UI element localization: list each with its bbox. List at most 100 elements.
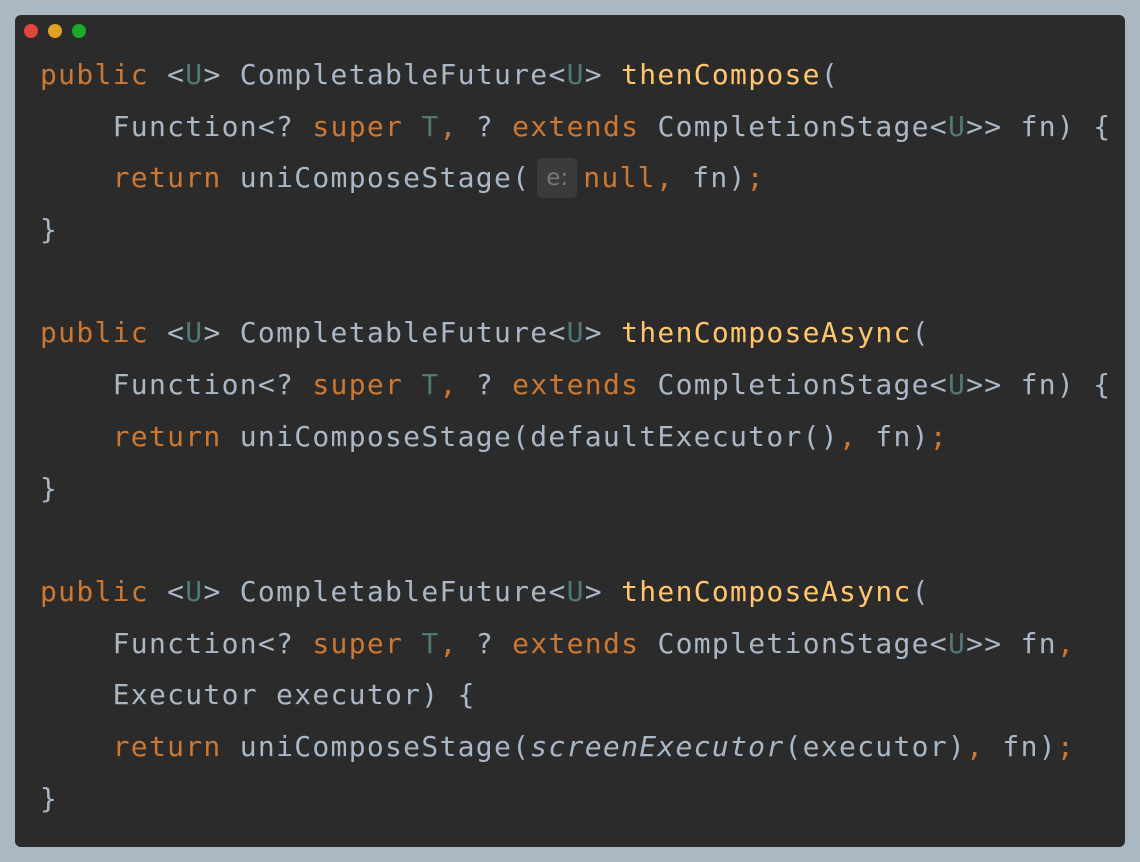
code-text: ? bbox=[457, 626, 513, 660]
code-keyword: , bbox=[439, 109, 458, 143]
code-keyword: public bbox=[40, 316, 149, 350]
code-keyword: , bbox=[439, 368, 458, 402]
code-line: } bbox=[40, 204, 1111, 256]
code-text: > bbox=[584, 58, 622, 91]
code-text: CompletionStage< bbox=[639, 626, 948, 660]
code-type-param: U bbox=[185, 58, 204, 91]
code-text: Function<? bbox=[40, 626, 313, 660]
code-text: } bbox=[40, 213, 59, 247]
code-text: } bbox=[40, 471, 59, 505]
parameter-hint: e: bbox=[537, 158, 578, 199]
code-line: return uniComposeStage(defaultExecutor()… bbox=[40, 411, 1111, 463]
maximize-button[interactable] bbox=[72, 24, 86, 38]
code-text: > CompletableFuture< bbox=[203, 574, 567, 608]
code-type-param: U bbox=[566, 574, 585, 608]
code-line: Function<? super T, ? extends Completion… bbox=[40, 618, 1111, 670]
code-keyword: public bbox=[40, 574, 149, 608]
minimize-button[interactable] bbox=[48, 24, 62, 38]
code-text: fn) bbox=[857, 419, 930, 453]
code-text: >> fn bbox=[966, 626, 1057, 660]
code-text: > bbox=[584, 316, 622, 350]
code-text: CompletionStage< bbox=[639, 368, 948, 402]
code-line: } bbox=[40, 463, 1111, 515]
code-text: Executor executor) { bbox=[40, 678, 476, 712]
code-text: fn) bbox=[674, 161, 747, 195]
code-text: ( bbox=[911, 316, 930, 350]
code-keyword: super bbox=[312, 109, 404, 143]
code-text: ( bbox=[911, 574, 930, 608]
code-text: >> fn) { bbox=[966, 368, 1112, 402]
code-line: return uniComposeStage(e: null, fn); bbox=[40, 152, 1111, 204]
code-keyword: super bbox=[312, 368, 404, 402]
code-type-param: U bbox=[566, 58, 585, 91]
code-keyword: extends bbox=[512, 109, 640, 143]
code-text: Function<? bbox=[40, 109, 313, 143]
code-text: ? bbox=[457, 368, 513, 402]
code-text: fn) bbox=[984, 729, 1057, 763]
code-text: Function<? bbox=[40, 368, 313, 402]
code-keyword: , bbox=[966, 729, 985, 763]
code-text: > CompletableFuture< bbox=[203, 316, 567, 350]
code-text: uniComposeStage(defaultExecutor() bbox=[221, 419, 839, 453]
code-type-param: U bbox=[185, 316, 204, 350]
code-keyword: ; bbox=[929, 419, 948, 453]
code-text: > CompletableFuture< bbox=[203, 58, 567, 91]
code-type-param: T bbox=[421, 626, 440, 660]
code-window: public <U> CompletableFuture<U> thenComp… bbox=[15, 15, 1125, 847]
code-line: return uniComposeStage(screenExecutor(ex… bbox=[40, 721, 1111, 773]
code-keyword: , bbox=[838, 419, 858, 453]
code-italic-call: screenExecutor bbox=[530, 729, 785, 763]
code-type-param: U bbox=[185, 574, 204, 608]
code-text: ? bbox=[457, 109, 513, 143]
code-type-param: T bbox=[421, 368, 440, 402]
code-keyword: extends bbox=[512, 626, 640, 660]
code-text: < bbox=[148, 58, 186, 91]
code-type-param: T bbox=[421, 109, 440, 143]
code-type-param: U bbox=[947, 109, 967, 143]
code-keyword: return bbox=[112, 419, 222, 453]
code-keyword: public bbox=[40, 58, 149, 91]
code-method-name: thenCompose bbox=[621, 58, 821, 91]
code-text: uniComposeStage( bbox=[221, 729, 531, 763]
code-text: < bbox=[148, 316, 186, 350]
code-keyword: return bbox=[112, 161, 222, 195]
code-text: uniComposeStage( bbox=[221, 161, 531, 195]
code-method-name: thenComposeAsync bbox=[621, 574, 912, 608]
code-line: Executor executor) { bbox=[40, 669, 1111, 721]
code-line: Function<? super T, ? extends Completion… bbox=[40, 101, 1111, 153]
code-keyword: ; bbox=[746, 161, 765, 195]
code-line: public <U> CompletableFuture<U> thenComp… bbox=[40, 566, 1111, 618]
code-line: } bbox=[40, 773, 1111, 825]
code-text: >> fn) { bbox=[966, 109, 1112, 143]
code-type-param: U bbox=[566, 316, 585, 350]
code-method-name: thenComposeAsync bbox=[621, 316, 912, 350]
code-type-param: U bbox=[947, 626, 967, 660]
code-text: ( bbox=[820, 58, 840, 91]
code-keyword: extends bbox=[512, 368, 640, 402]
code-line: public <U> CompletableFuture<U> thenComp… bbox=[40, 49, 1111, 101]
code-keyword: , bbox=[655, 161, 674, 195]
code-keyword: , bbox=[439, 626, 458, 660]
code-text: (executor) bbox=[784, 729, 967, 763]
code-text: < bbox=[148, 574, 186, 608]
code-type-param: U bbox=[947, 368, 967, 402]
code-keyword: ; bbox=[1056, 729, 1076, 763]
code-block: public <U> CompletableFuture<U> thenComp… bbox=[40, 49, 1111, 824]
code-text: > bbox=[584, 574, 622, 608]
code-keyword: super bbox=[312, 626, 404, 660]
code-text: CompletionStage< bbox=[639, 109, 948, 143]
code-line: Function<? super T, ? extends Completion… bbox=[40, 359, 1111, 411]
code-keyword: return bbox=[112, 729, 222, 763]
code-keyword: , bbox=[1056, 626, 1076, 660]
close-button[interactable] bbox=[24, 24, 38, 38]
code-keyword: null bbox=[583, 161, 656, 195]
code-text: } bbox=[40, 781, 59, 815]
